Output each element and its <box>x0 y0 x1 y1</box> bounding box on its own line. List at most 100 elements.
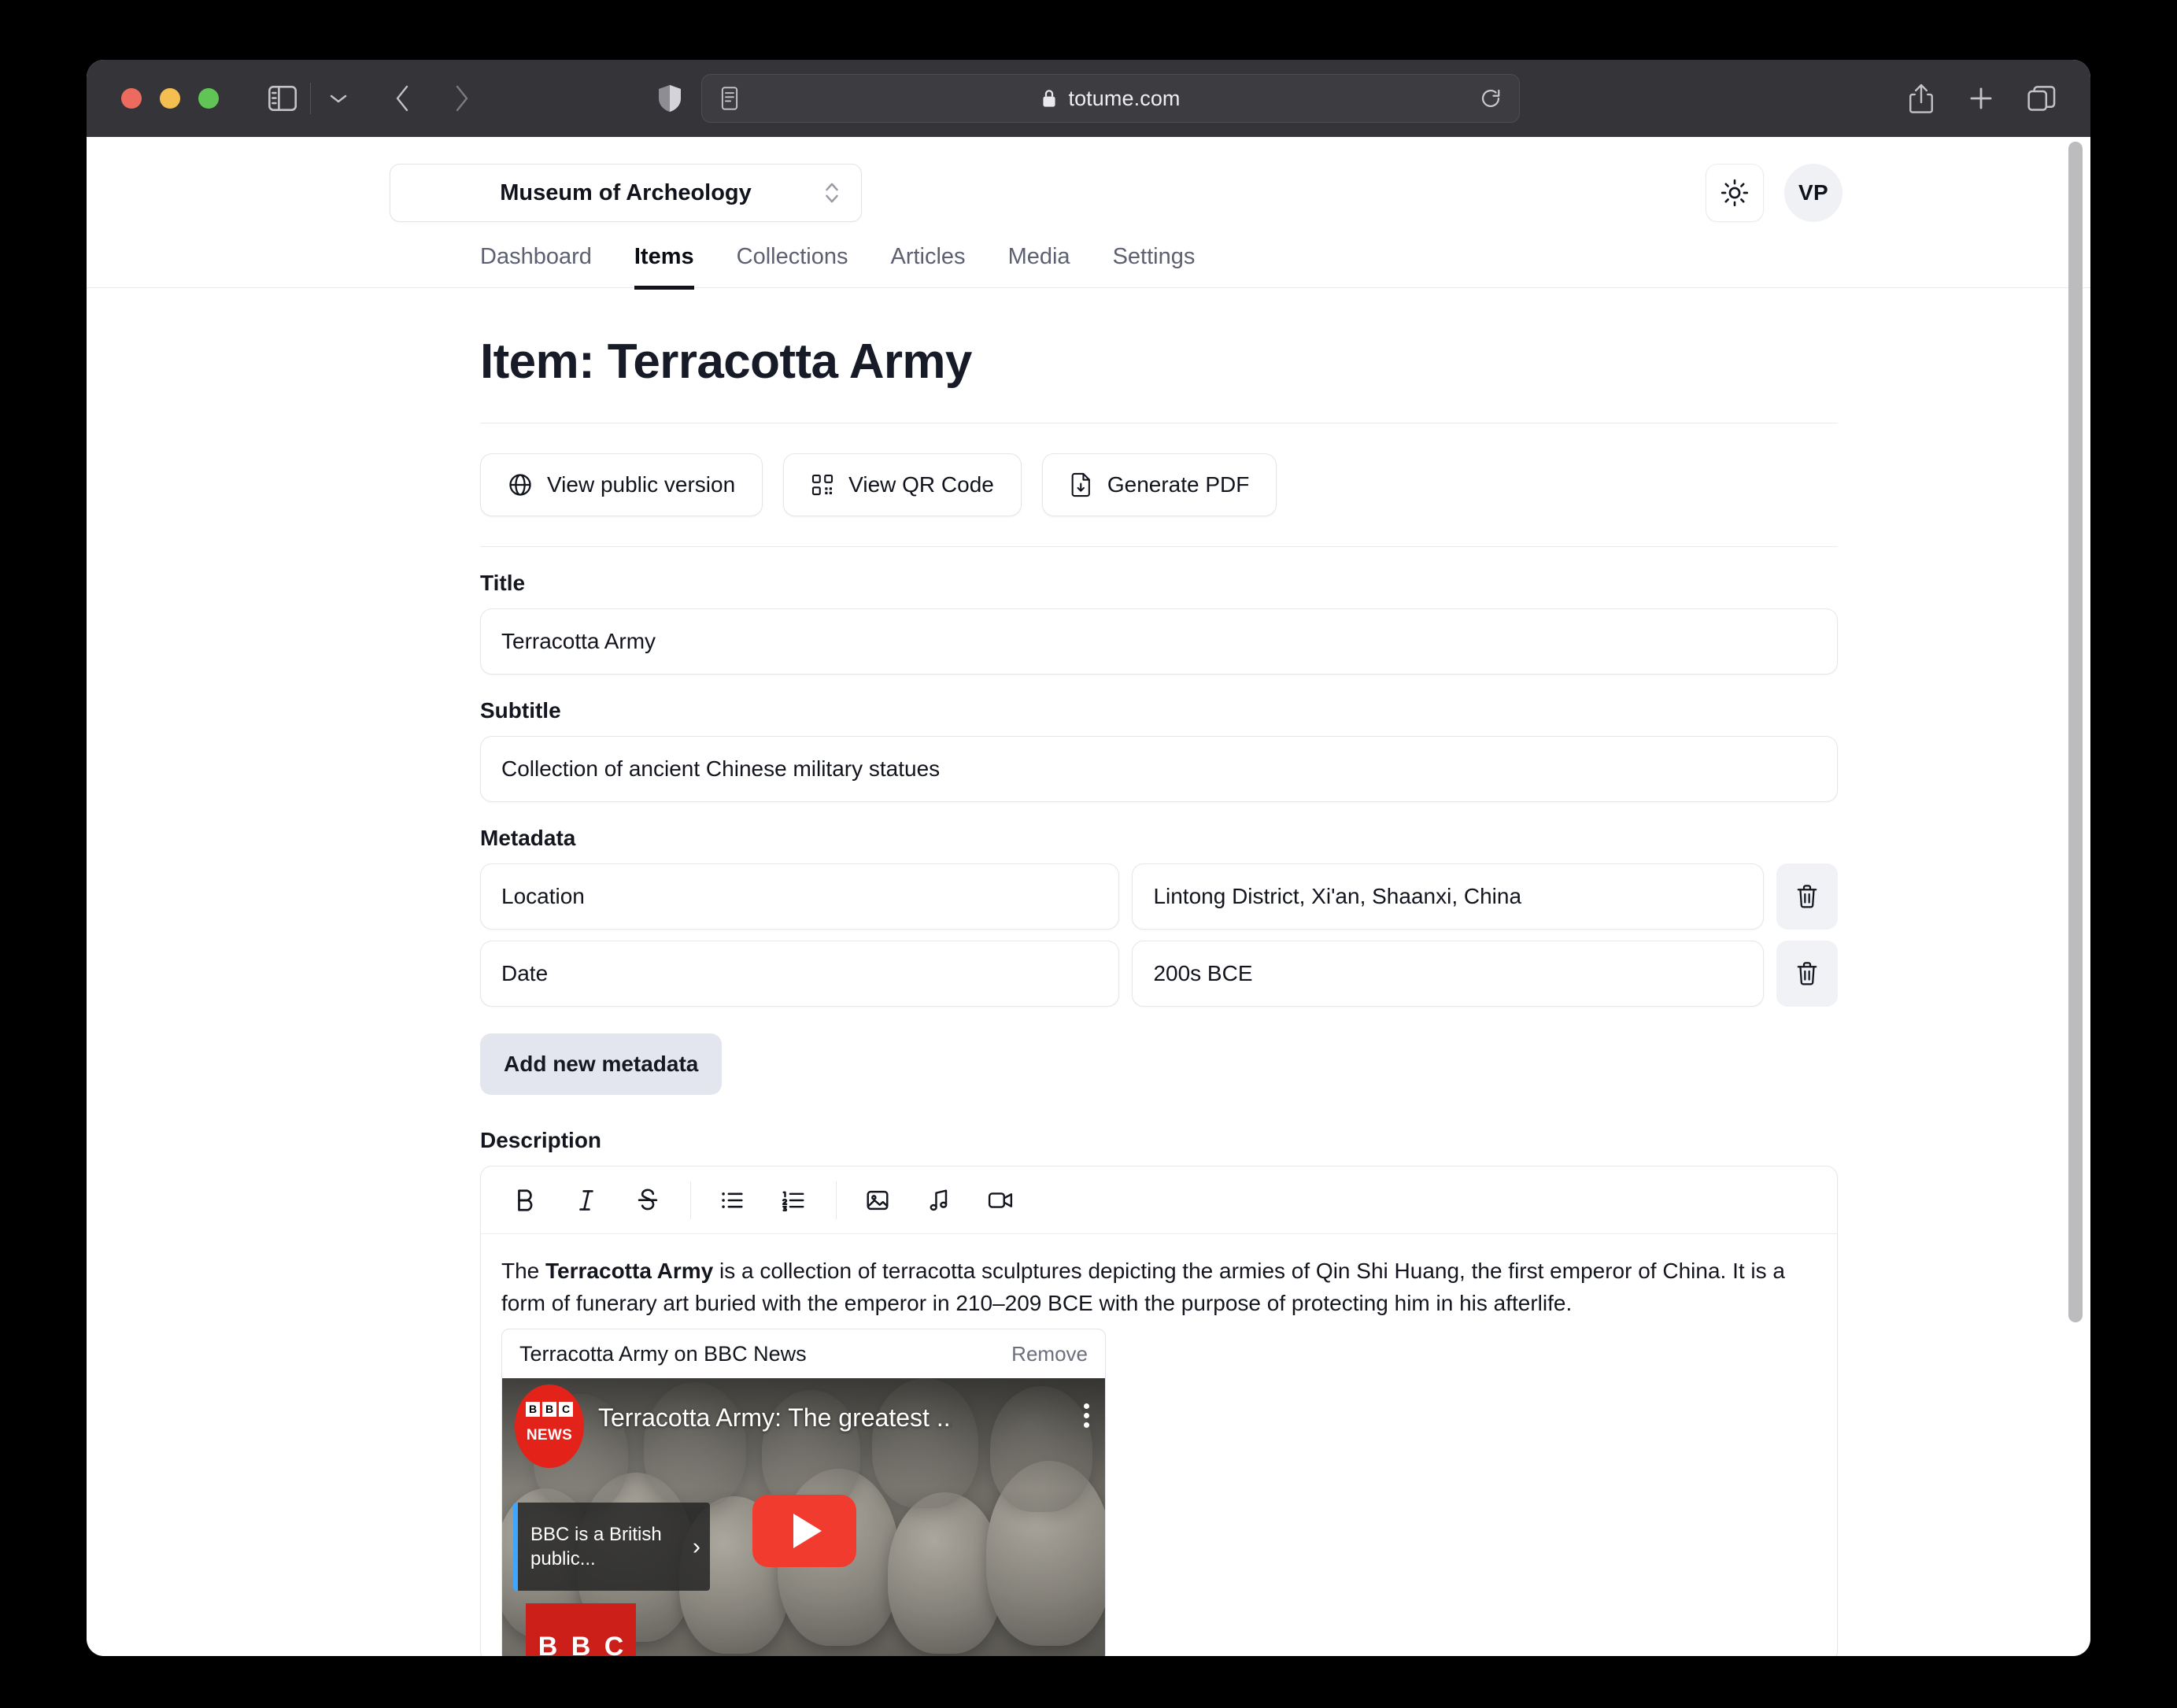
more-options-icon[interactable] <box>1084 1403 1089 1428</box>
trash-icon <box>1795 884 1819 909</box>
window-traffic-lights <box>121 88 219 109</box>
description-body[interactable]: The Terracotta Army is a collection of t… <box>481 1234 1837 1656</box>
italic-icon[interactable] <box>563 1177 610 1224</box>
image-icon[interactable] <box>854 1177 901 1224</box>
close-window-button[interactable] <box>121 88 142 109</box>
video-icon[interactable] <box>977 1177 1024 1224</box>
metadata-key-value: Date <box>501 961 549 985</box>
bold-icon[interactable] <box>501 1177 549 1224</box>
maximize-window-button[interactable] <box>198 88 219 109</box>
view-qr-code-button[interactable]: View QR Code <box>783 453 1022 516</box>
audio-icon[interactable] <box>915 1177 963 1224</box>
toolbar-divider <box>690 1181 691 1219</box>
plus-icon[interactable] <box>1968 85 1994 112</box>
nav-tab-items[interactable]: Items <box>634 244 694 290</box>
subtitle-input-value: Collection of ancient Chinese military s… <box>501 756 941 781</box>
reload-icon[interactable] <box>1480 87 1502 109</box>
description-editor: The Terracotta Army is a collection of t… <box>480 1166 1838 1656</box>
sun-icon <box>1721 179 1749 207</box>
nav-tab-collections[interactable]: Collections <box>737 244 848 290</box>
add-new-metadata-button[interactable]: Add new metadata <box>480 1033 723 1095</box>
reader-view-icon[interactable] <box>719 86 740 111</box>
video-title: Terracotta Army: The greatest ... <box>598 1403 952 1432</box>
shield-icon[interactable] <box>657 83 682 113</box>
org-selector[interactable]: Museum of Archeology <box>390 164 862 222</box>
browser-titlebar: totume.com <box>87 60 2090 137</box>
metadata-value-text: Lintong District, Xi'an, Shaanxi, China <box>1153 884 1522 908</box>
minimize-window-button[interactable] <box>160 88 180 109</box>
view-qr-code-label: View QR Code <box>848 472 994 497</box>
theme-toggle-button[interactable] <box>1706 164 1764 222</box>
metadata-label: Metadata <box>480 826 576 850</box>
delete-metadata-button[interactable] <box>1776 941 1838 1007</box>
generate-pdf-button[interactable]: Generate PDF <box>1041 453 1277 516</box>
primary-nav: Dashboard Items Collections Articles Med… <box>87 244 2090 290</box>
remove-embed-button[interactable]: Remove <box>1011 1338 1088 1370</box>
page-scrollbar[interactable] <box>2068 142 2083 1322</box>
main-content: Item: Terracotta Army View public versio… <box>87 334 2090 1656</box>
play-button-icon[interactable] <box>752 1495 856 1568</box>
title-input-value: Terracotta Army <box>501 629 656 653</box>
avatar-initials: VP <box>1798 180 1828 205</box>
description-text-bold: Terracotta Army <box>545 1259 714 1283</box>
metadata-value-input[interactable]: 200s BCE <box>1132 941 1764 1007</box>
page-viewport: Museum of Archeology VP Dashboard Items … <box>87 137 2090 1656</box>
back-chevron-icon[interactable] <box>380 76 426 121</box>
generate-pdf-label: Generate PDF <box>1107 472 1250 497</box>
sidebar-toggle-icon[interactable] <box>260 76 305 121</box>
strikethrough-icon[interactable] <box>624 1177 671 1224</box>
ordered-list-icon[interactable] <box>770 1177 817 1224</box>
bbc-news-label: NEWS <box>526 1426 573 1444</box>
video-info-card-text: BBC is a British public... <box>530 1524 662 1569</box>
title-input[interactable]: Terracotta Army <box>480 608 1838 675</box>
youtube-player[interactable]: BBC NEWS Terracotta Army: The greatest .… <box>502 1378 1105 1656</box>
subtitle-field-label: Subtitle <box>480 698 561 723</box>
metadata-key-input[interactable]: Location <box>480 863 1120 930</box>
add-new-metadata-label: Add new metadata <box>504 1052 699 1076</box>
metadata-value-input[interactable]: Lintong District, Xi'an, Shaanxi, China <box>1132 863 1764 930</box>
qr-code-icon <box>811 473 834 497</box>
video-embed-card: Terracotta Army on BBC News Remove B B C… <box>501 1329 1106 1656</box>
view-public-version-button[interactable]: View public version <box>480 453 763 516</box>
nav-tab-media[interactable]: Media <box>1008 244 1070 290</box>
browser-window: totume.com Museum of Archeology VP Dashb… <box>87 60 2090 1656</box>
nav-tab-dashboard[interactable]: Dashboard <box>480 244 592 290</box>
forward-chevron-icon[interactable] <box>438 76 484 121</box>
toolbar-divider <box>836 1181 837 1219</box>
chevron-down-icon[interactable] <box>316 76 361 121</box>
globe-icon <box>508 472 533 497</box>
metadata-row: Date 200s BCE <box>480 941 1838 1007</box>
file-download-icon <box>1070 472 1093 497</box>
description-text-pre: The <box>501 1259 546 1283</box>
page-title: Item: Terracotta Army <box>480 335 972 389</box>
subtitle-input[interactable]: Collection of ancient Chinese military s… <box>480 736 1838 802</box>
metadata-key-input[interactable]: Date <box>480 941 1120 1007</box>
editor-toolbar <box>481 1166 1837 1234</box>
tab-overview-icon[interactable] <box>2027 85 2056 112</box>
lock-icon <box>1043 90 1056 107</box>
org-selector-value: Museum of Archeology <box>500 179 752 205</box>
chevron-up-down-icon <box>823 179 841 206</box>
chevron-right-icon: › <box>693 1533 700 1560</box>
title-field-label: Title <box>480 571 526 595</box>
bbc-news-logo: BBC NEWS <box>515 1385 584 1468</box>
bullet-list-icon[interactable] <box>708 1177 756 1224</box>
video-info-card[interactable]: BBC is a British public... › <box>513 1503 710 1591</box>
metadata-key-value: Location <box>501 884 585 908</box>
url-text: totume.com <box>1068 86 1181 110</box>
item-action-buttons: View public version View QR Code Generat… <box>480 423 1838 546</box>
share-icon[interactable] <box>1908 83 1935 114</box>
toolbar-divider <box>310 83 311 114</box>
metadata-row: Location Lintong District, Xi'an, Shaanx… <box>480 863 1838 930</box>
address-bar[interactable]: totume.com <box>701 74 1520 123</box>
nav-tab-articles[interactable]: Articles <box>890 244 965 290</box>
delete-metadata-button[interactable] <box>1776 863 1838 930</box>
nav-tab-settings[interactable]: Settings <box>1113 244 1196 290</box>
avatar[interactable]: VP <box>1784 164 1843 222</box>
metadata-value-text: 200s BCE <box>1153 961 1253 985</box>
app-header: Museum of Archeology VP <box>87 137 2090 222</box>
divider <box>480 546 1838 547</box>
description-label: Description <box>480 1128 602 1152</box>
trash-icon <box>1795 961 1819 986</box>
view-public-version-label: View public version <box>547 472 736 497</box>
